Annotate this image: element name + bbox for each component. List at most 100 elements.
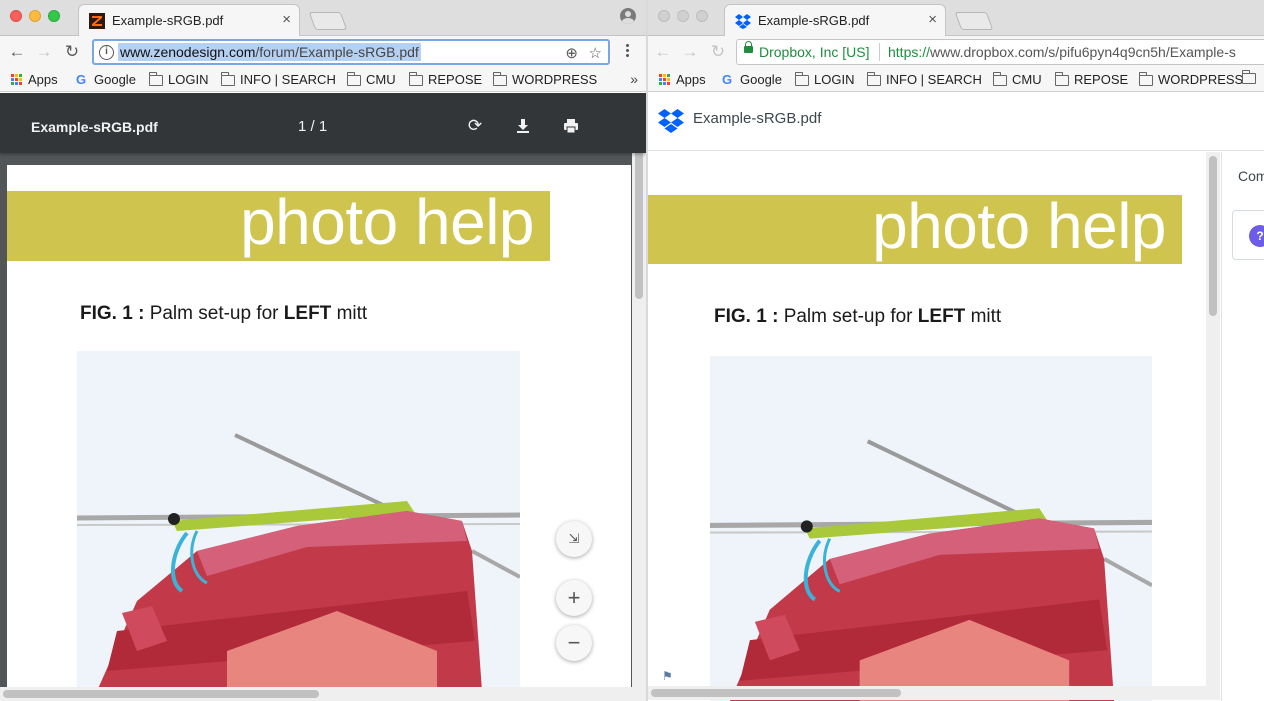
apps-grid-icon [659,73,671,86]
forward-arrow-icon[interactable]: → [33,41,55,63]
knitting-mitt-illustration [710,356,1152,701]
help-card[interactable]: ? [1232,210,1264,260]
url-rest: www.dropbox.com/s/pifu6pyn4q9cn5h/Exampl… [930,44,1236,60]
bookmark-cmu[interactable]: CMU [346,71,396,87]
bookmark-cmu[interactable]: CMU [992,71,1042,87]
dropbox-favicon-icon [735,14,751,29]
bookmarks-overflow-icon[interactable]: » [630,71,638,87]
google-icon: G [722,72,733,87]
close-window-button[interactable] [10,10,22,22]
tab-strip: Example-sRGB.pdf × [0,0,646,36]
bookmark-info-search[interactable]: INFO | SEARCH [220,71,336,87]
bookmark-login[interactable]: LOGIN [794,71,854,87]
dropbox-logo-icon[interactable] [658,108,684,134]
folder-icon [1054,71,1069,86]
scrollbar-thumb[interactable] [651,689,901,697]
minimize-window-button[interactable] [677,10,689,22]
bookmark-wordpress[interactable]: WORDPRESS [1138,71,1243,87]
tab-example-srgb[interactable]: Example-sRGB.pdf × [724,4,946,36]
reload-icon[interactable]: ↻ [707,41,729,63]
secure-site-label[interactable]: Dropbox, Inc [US] [759,44,870,60]
folder-icon [1241,70,1256,84]
help-icon[interactable]: ? [1249,225,1264,247]
url-text[interactable]: https://www.dropbox.com/s/pifu6pyn4q9cn5… [888,44,1236,60]
profile-icon[interactable] [620,8,636,24]
bookmark-label: CMU [366,72,396,87]
minimize-window-button[interactable] [29,10,41,22]
pdf-toolbar: Example-sRGB.pdf 1 / 1 ⟳ [0,93,646,153]
back-arrow-icon[interactable]: ← [6,41,28,63]
address-bar[interactable]: Dropbox, Inc [US] https://www.dropbox.co… [736,39,1264,65]
bookmark-info-search[interactable]: INFO | SEARCH [866,71,982,87]
horizontal-scrollbar[interactable] [0,687,632,701]
new-tab-button[interactable] [954,12,994,30]
tab-title: Example-sRGB.pdf [758,13,870,28]
url-host: www.zenodesign.com [120,44,256,60]
bookmark-repose[interactable]: REPOSE [1054,71,1128,87]
dropbox-filename: Example-sRGB.pdf [693,110,822,127]
chrome-menu-icon[interactable] [626,44,630,59]
zoom-magnifier-icon[interactable]: ⊕ [565,44,578,62]
zenodesign-favicon-icon [89,13,105,29]
folder-icon [1138,71,1153,86]
bookmark-star-icon[interactable]: ☆ [589,44,602,62]
download-icon[interactable] [514,117,532,135]
bookmarks-bar: Apps G Google LOGIN INFO | SEARCH CMU RE… [648,68,1264,92]
pdf-page: photo help FIG. 1 : Palm set-up for LEFT… [7,165,631,701]
knitting-photo [77,351,520,691]
caption-prefix: FIG. 1 : [80,303,145,324]
vertical-scrollbar[interactable] [1206,152,1220,686]
horizontal-scrollbar[interactable] [648,686,1220,700]
rotate-icon[interactable]: ⟳ [466,117,484,135]
bookmark-label: CMU [1012,72,1042,87]
bookmark-wordpress[interactable]: WORDPRESS [492,71,597,87]
dropbox-document-view: photo help FIG. 1 : Palm set-up for LEFT… [648,152,1220,701]
print-icon[interactable] [562,117,580,135]
bookmark-apps[interactable]: Apps [11,72,58,87]
forward-arrow-icon[interactable]: → [679,41,701,63]
address-bar[interactable]: i www.zenodesign.com/forum/Example-sRGB.… [92,39,610,65]
page-indicator[interactable]: 1 / 1 [298,118,327,135]
bookmark-repose[interactable]: REPOSE [408,71,482,87]
folder-icon [346,71,361,86]
close-window-button[interactable] [658,10,670,22]
flag-icon[interactable]: ⚑ [662,669,673,683]
dropbox-comments-sidebar: Com ? [1221,152,1264,701]
bookmark-folder-overflow[interactable] [1241,70,1256,84]
lock-icon[interactable] [744,41,753,53]
zoom-window-button[interactable] [48,10,60,22]
scrollbar-thumb[interactable] [1209,156,1217,316]
bookmark-google[interactable]: G Google [76,72,136,87]
scrollbar-thumb[interactable] [3,690,319,698]
fit-to-page-icon[interactable]: ⇲ [556,521,592,557]
back-arrow-icon[interactable]: ← [652,41,674,63]
tab-close-icon[interactable]: × [282,11,291,29]
tab-example-srgb[interactable]: Example-sRGB.pdf × [78,4,300,36]
new-tab-button[interactable] [308,12,348,30]
tab-close-icon[interactable]: × [928,11,937,29]
folder-icon [220,71,235,86]
pdf-filename: Example-sRGB.pdf [31,119,158,135]
bookmark-label: LOGIN [168,72,209,87]
caption-bold: LEFT [283,303,332,324]
url-text[interactable]: www.zenodesign.com/forum/Example-sRGB.pd… [118,43,421,61]
folder-icon [492,71,507,86]
bookmark-label: Apps [28,72,58,87]
banner-title: photo help [872,190,1166,262]
reload-icon[interactable]: ↻ [61,41,83,63]
caption-middle: Palm set-up for [783,306,913,327]
bookmark-apps[interactable]: Apps [659,72,706,87]
figure-caption: FIG. 1 : Palm set-up for LEFT mitt [80,303,367,325]
window-controls [10,10,60,22]
address-separator [879,43,880,61]
zoom-in-button[interactable]: + [556,580,592,616]
bookmark-google[interactable]: G Google [722,72,782,87]
site-info-icon[interactable]: i [99,45,114,60]
zoom-window-button[interactable] [696,10,708,22]
folder-icon [408,71,423,86]
url-scheme: https:// [888,44,931,60]
vertical-scrollbar[interactable] [632,93,646,701]
bookmark-login[interactable]: LOGIN [148,71,209,87]
pdf-viewer: Example-sRGB.pdf 1 / 1 ⟳ photo help FIG.… [0,93,646,701]
zoom-out-button[interactable]: − [556,625,592,661]
